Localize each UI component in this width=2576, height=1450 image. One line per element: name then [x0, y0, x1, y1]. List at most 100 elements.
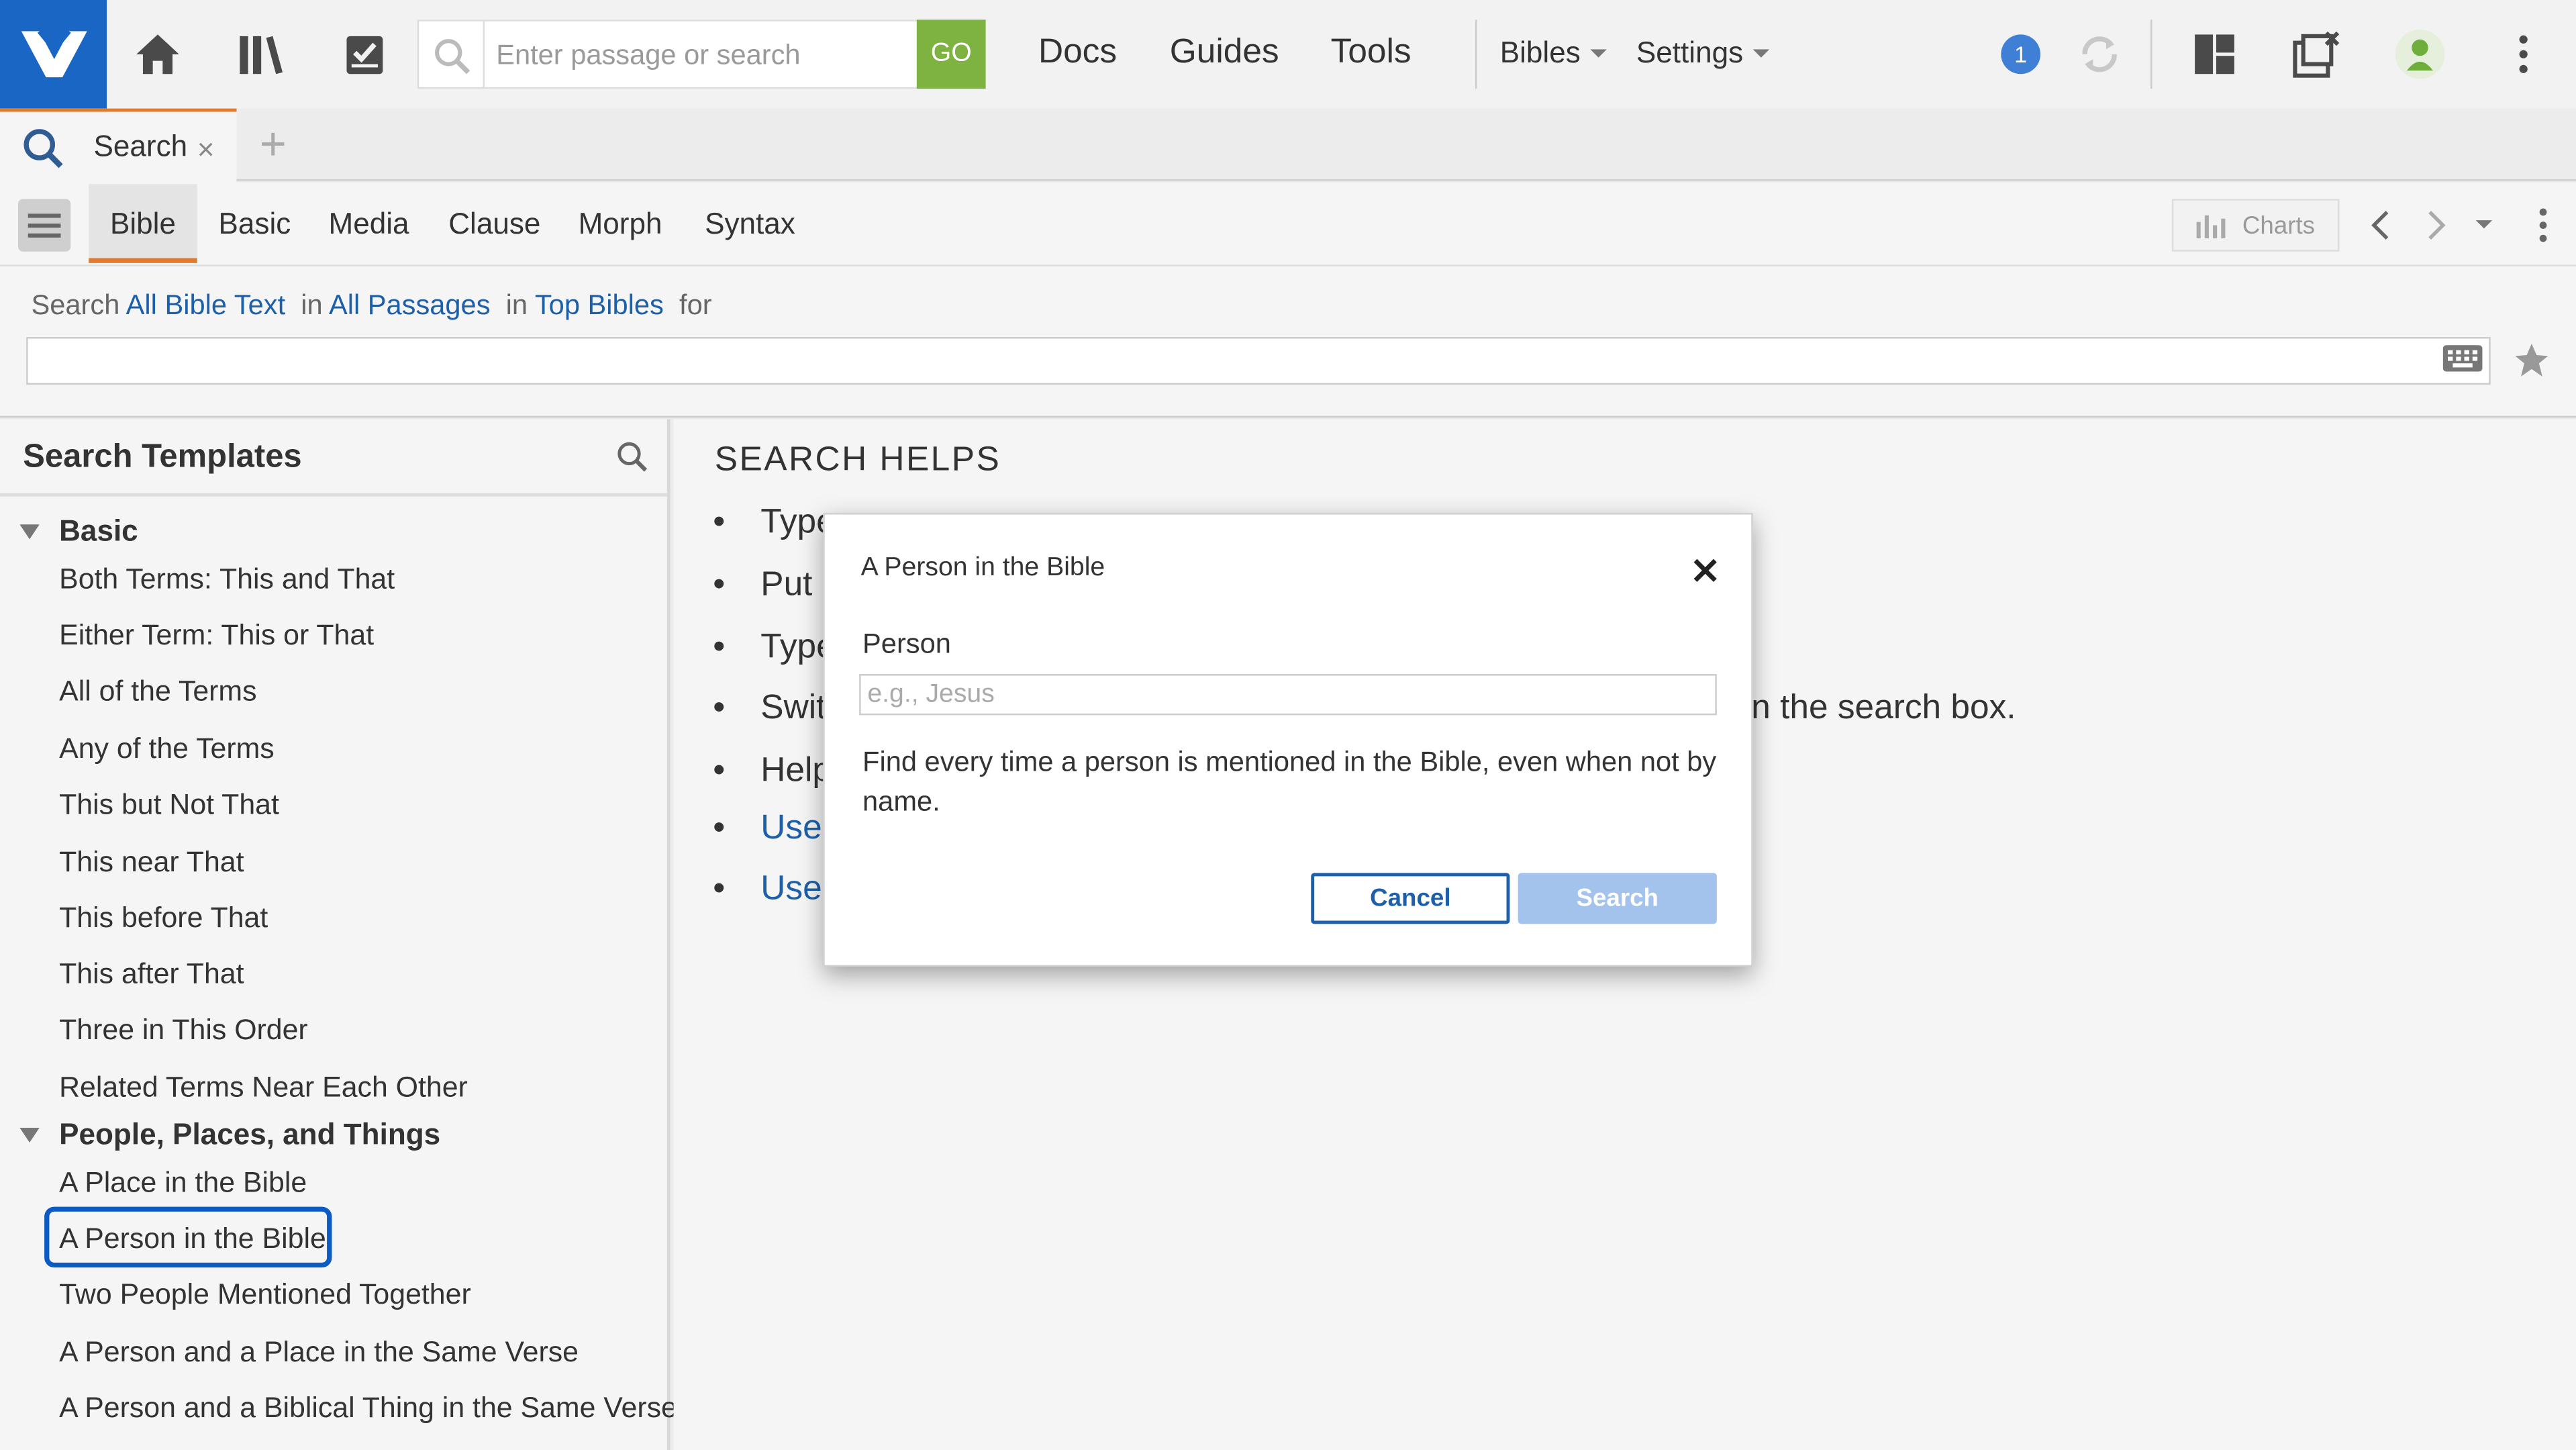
help-text: Swit	[760, 689, 826, 727]
template-item[interactable]: This near That	[59, 845, 244, 879]
person-field-label: Person	[862, 628, 951, 660]
home-icon[interactable]	[132, 28, 184, 81]
panel-menu-icon[interactable]	[17, 199, 71, 252]
notification-badge[interactable]: 1	[2001, 34, 2041, 75]
bibles-link[interactable]: Top Bibles	[535, 289, 664, 321]
template-item[interactable]: Either Term: This or That	[59, 618, 374, 652]
history-dropdown-icon[interactable]	[2475, 220, 2493, 229]
tasks-icon[interactable]	[338, 28, 391, 81]
collapse-triangle-icon[interactable]	[19, 1128, 40, 1143]
panel-more-icon[interactable]	[2536, 207, 2550, 244]
charts-label: Charts	[2242, 211, 2316, 240]
search-button[interactable]: Search	[1518, 873, 1717, 924]
caret-down-icon	[1752, 49, 1770, 58]
help-link-item[interactable]: • Use	[713, 809, 822, 849]
star-icon[interactable]	[2514, 342, 2550, 378]
template-item[interactable]: Both Terms: This and That	[59, 563, 395, 597]
bar-chart-icon	[2196, 212, 2226, 239]
bibles-menu[interactable]: Bibles	[1500, 36, 1607, 70]
group-basic[interactable]: Basic	[19, 515, 138, 549]
tab-clause[interactable]: Clause	[448, 207, 540, 242]
dialog-title: A Person in the Bible	[860, 554, 1105, 582]
settings-menu-label: Settings	[1636, 36, 1744, 69]
logos-logo-icon[interactable]	[0, 0, 107, 109]
person-input[interactable]	[859, 674, 1717, 716]
close-icon[interactable]	[1689, 554, 1722, 587]
guides-link[interactable]: Guides	[1170, 33, 1279, 72]
search-icon	[432, 36, 472, 76]
in-word: in	[505, 289, 528, 321]
tab-bible[interactable]: Bible	[110, 207, 176, 242]
help-link[interactable]: Use	[760, 870, 822, 910]
tab-search-label: Search	[93, 130, 188, 163]
add-tab-button[interactable]: +	[260, 121, 287, 168]
divider	[2150, 19, 2152, 89]
group-people-places-things[interactable]: People, Places, and Things	[19, 1118, 440, 1152]
charts-button[interactable]: Charts	[2171, 199, 2340, 252]
template-item[interactable]: A Person and a Place in the Same Verse	[59, 1335, 579, 1369]
template-item[interactable]: This before That	[59, 901, 268, 935]
back-icon[interactable]	[2369, 209, 2392, 242]
panel-tab-strip	[0, 108, 2576, 181]
passage-search-box[interactable]	[417, 19, 986, 89]
more-vertical-icon[interactable]	[2497, 28, 2550, 81]
tab-syntax[interactable]: Syntax	[705, 207, 795, 242]
template-item[interactable]: Related Terms Near Each Other	[59, 1070, 468, 1104]
passages-link[interactable]: All Passages	[329, 289, 491, 321]
help-text: Put	[760, 565, 813, 603]
template-item[interactable]: Three in This Order	[59, 1013, 308, 1047]
close-tab-icon[interactable]: ×	[197, 133, 215, 167]
docs-link[interactable]: Docs	[1038, 33, 1117, 72]
divider	[1475, 19, 1477, 89]
help-link[interactable]: Use	[760, 809, 822, 849]
search-scope-line: Search All Bible Text in All Passages in…	[32, 289, 712, 322]
template-item[interactable]: Any of the Terms	[59, 732, 275, 766]
layouts-icon[interactable]	[2188, 28, 2240, 81]
search-icon[interactable]	[616, 440, 649, 473]
tab-morph[interactable]: Morph	[579, 207, 662, 242]
user-icon[interactable]	[2395, 30, 2445, 79]
sync-icon[interactable]	[2073, 28, 2126, 81]
group-label: People, Places, and Things	[59, 1118, 441, 1151]
dialog-description: Find every time a person is mentioned in…	[862, 746, 1717, 818]
tools-link[interactable]: Tools	[1331, 33, 1411, 72]
templates-header: Search Templates	[23, 438, 302, 475]
library-icon[interactable]	[235, 28, 287, 81]
cancel-button[interactable]: Cancel	[1311, 873, 1510, 924]
template-item[interactable]: A Place in the Bible	[59, 1165, 307, 1200]
close-panels-icon[interactable]	[2290, 28, 2342, 81]
tab-search[interactable]: Search ×	[0, 108, 237, 183]
forward-icon[interactable]	[2425, 209, 2448, 242]
tab-basic[interactable]: Basic	[219, 207, 291, 242]
help-item: • Help	[713, 751, 832, 791]
search-helps-title: SEARCH HELPS	[714, 440, 1001, 479]
tab-media[interactable]: Media	[329, 207, 409, 242]
help-text: Help	[760, 751, 832, 789]
help-link-item[interactable]: • Use	[713, 870, 822, 910]
group-label: Basic	[59, 514, 138, 548]
settings-menu[interactable]: Settings	[1636, 36, 1770, 70]
search-icon	[21, 127, 64, 170]
help-item: • Swit	[713, 689, 826, 728]
search-word: Search	[31, 289, 120, 321]
template-item-selected[interactable]: A Person in the Bible	[59, 1222, 326, 1256]
for-word: for	[679, 289, 712, 321]
keyboard-icon[interactable]	[2442, 344, 2483, 373]
help-item: • Type	[713, 503, 835, 542]
text-scope-link[interactable]: All Bible Text	[126, 289, 285, 321]
collapse-triangle-icon[interactable]	[19, 524, 40, 540]
in-word: in	[301, 289, 323, 321]
go-button[interactable]: GO	[916, 19, 986, 89]
help-item: • Type	[713, 628, 835, 668]
template-item[interactable]: Two People Mentioned Together	[59, 1277, 471, 1312]
template-item[interactable]: A Person and a Biblical Thing in the Sam…	[59, 1391, 677, 1425]
bibles-menu-label: Bibles	[1499, 36, 1581, 69]
template-item[interactable]: All of the Terms	[59, 674, 256, 708]
query-input[interactable]	[26, 337, 2491, 385]
divider	[483, 21, 485, 87]
help-item: • Put	[713, 565, 812, 605]
template-item[interactable]: This after That	[59, 957, 244, 991]
template-item[interactable]: This but Not That	[59, 787, 279, 822]
passage-search-input[interactable]	[493, 28, 911, 84]
caret-down-icon	[1590, 49, 1607, 58]
